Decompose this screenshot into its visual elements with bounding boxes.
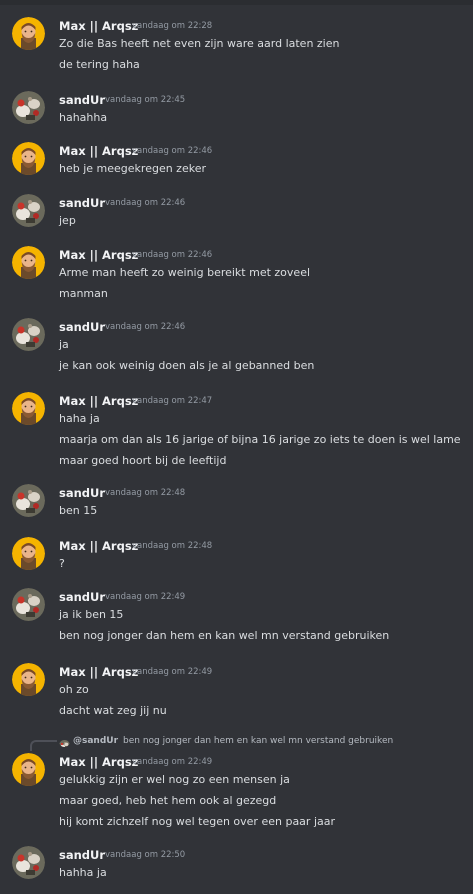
message-timestamp[interactable]: vandaag om 22:48: [105, 488, 185, 498]
message-text: jep: [59, 214, 76, 227]
message-timestamp[interactable]: vandaag om 22:49: [132, 757, 212, 767]
message-text: Arme man heeft zo weinig bereikt met zov…: [59, 266, 311, 279]
message-text: maarja om dan als 16 jarige of bijna 16 …: [59, 433, 461, 446]
message-text: ja ik ben 15: [59, 608, 124, 621]
author-name[interactable]: sandUr: [59, 93, 105, 107]
author-name[interactable]: Max || Arqsz: [59, 755, 138, 769]
message-timestamp[interactable]: vandaag om 22:49: [105, 592, 185, 602]
author-name[interactable]: Max || Arqsz: [59, 19, 138, 33]
message-text: dacht wat zeg jij nu: [59, 704, 167, 717]
author-name[interactable]: sandUr: [59, 486, 105, 500]
message-text: haha ja: [59, 412, 100, 425]
reply-username[interactable]: @sandUr: [73, 736, 118, 746]
sandur-avatar[interactable]: [12, 91, 45, 124]
message-text: je kan ook weinig doen als je al gebanne…: [59, 359, 315, 372]
message-timestamp[interactable]: vandaag om 22:49: [132, 667, 212, 677]
message-text: ben nog jonger dan hem en kan wel mn ver…: [59, 629, 390, 642]
author-name[interactable]: sandUr: [59, 590, 105, 604]
message-text: oh zo: [59, 683, 89, 696]
message-text: hahha ja: [59, 866, 107, 879]
sandur-avatar[interactable]: [12, 846, 45, 879]
message-text: heb je meegekregen zeker: [59, 162, 206, 175]
sandur-avatar[interactable]: [12, 588, 45, 621]
author-name[interactable]: Max || Arqsz: [59, 665, 138, 679]
message-text: hij komt zichzelf nog wel tegen over een…: [59, 815, 335, 828]
message-timestamp[interactable]: vandaag om 22:48: [132, 541, 212, 551]
bearded-man-avatar[interactable]: [12, 753, 45, 786]
author-name[interactable]: sandUr: [59, 320, 105, 334]
message-text: ben 15: [59, 504, 98, 517]
message-text: gelukkig zijn er wel nog zo een mensen j…: [59, 773, 290, 786]
bearded-man-avatar[interactable]: [12, 17, 45, 50]
message-timestamp[interactable]: vandaag om 22:46: [132, 146, 212, 156]
message-timestamp[interactable]: vandaag om 22:50: [105, 850, 185, 860]
message-timestamp[interactable]: vandaag om 22:47: [132, 396, 212, 406]
sandur-avatar[interactable]: [12, 318, 45, 351]
message-text: de tering haha: [59, 58, 140, 71]
author-name[interactable]: Max || Arqsz: [59, 144, 138, 158]
message-text: maar goed, heb het hem ook al gezegd: [59, 794, 277, 807]
bearded-man-avatar[interactable]: [12, 142, 45, 175]
author-name[interactable]: Max || Arqsz: [59, 394, 138, 408]
message-text: ja: [59, 338, 69, 351]
sandur-avatar[interactable]: [12, 484, 45, 517]
message-text: manman: [59, 287, 108, 300]
author-name[interactable]: Max || Arqsz: [59, 539, 138, 553]
message-timestamp[interactable]: vandaag om 22:45: [105, 95, 185, 105]
reply-connector: [30, 740, 57, 751]
bearded-man-avatar[interactable]: [12, 392, 45, 425]
message-text: hahahha: [59, 111, 108, 124]
reply-preview-text[interactable]: ben nog jonger dan hem en kan wel mn ver…: [123, 736, 393, 746]
author-name[interactable]: sandUr: [59, 196, 105, 210]
sandur-avatar[interactable]: [12, 194, 45, 227]
author-name[interactable]: sandUr: [59, 848, 105, 862]
message-timestamp[interactable]: vandaag om 22:46: [105, 198, 185, 208]
reply-avatar[interactable]: [59, 736, 70, 747]
message-timestamp[interactable]: vandaag om 22:46: [105, 322, 185, 332]
message-text: ?: [59, 557, 65, 570]
message-timestamp[interactable]: vandaag om 22:46: [132, 250, 212, 260]
bearded-man-avatar[interactable]: [12, 663, 45, 696]
bearded-man-avatar[interactable]: [12, 246, 45, 279]
top-divider: [0, 0, 473, 5]
author-name[interactable]: Max || Arqsz: [59, 248, 138, 262]
message-text: Zo die Bas heeft net even zijn ware aard…: [59, 37, 340, 50]
message-text: maar goed hoort bij de leeftijd: [59, 454, 227, 467]
message-timestamp[interactable]: vandaag om 22:28: [132, 21, 212, 31]
bearded-man-avatar[interactable]: [12, 537, 45, 570]
